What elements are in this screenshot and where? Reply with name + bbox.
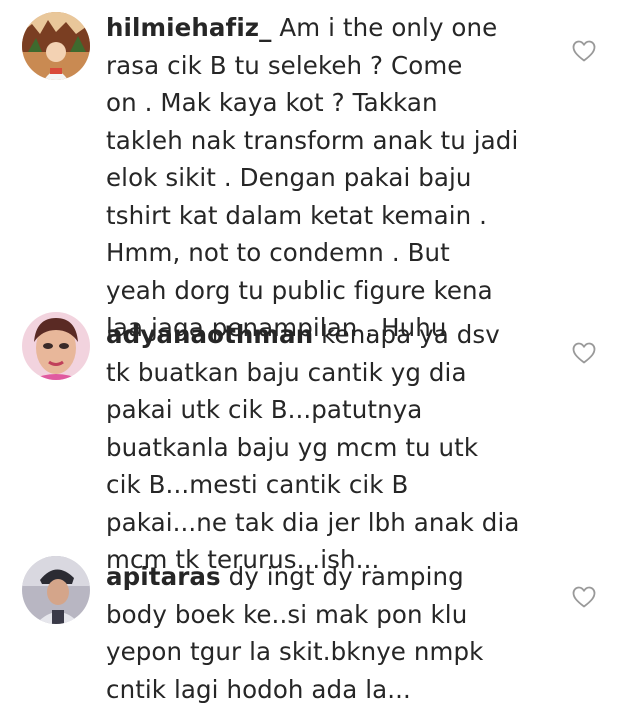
like-heart-icon[interactable] (572, 40, 596, 62)
comment-body: Am i the only one rasa cik B tu selekeh … (106, 13, 519, 342)
like-heart-icon[interactable] (572, 342, 596, 364)
avatar[interactable] (22, 556, 90, 624)
avatar-image (22, 556, 90, 624)
comment-text: adyanaothman kenapa ya dsv tk buatkan ba… (106, 316, 546, 579)
avatar-image (22, 312, 90, 380)
avatar[interactable] (22, 312, 90, 380)
comment-item: hilmiehafiz_ Am i the only one rasa cik … (0, 0, 640, 342)
avatar[interactable] (22, 12, 90, 80)
comment-username[interactable]: apitaras (106, 562, 221, 591)
like-heart-icon[interactable] (572, 586, 596, 608)
comment-text: apitaras dy ingt dy ramping body boek ke… (106, 558, 546, 708)
comment-body: kenapa ya dsv tk buatkan baju cantik yg … (106, 320, 520, 574)
avatar-image (22, 12, 90, 80)
comment-item: apitaras dy ingt dy ramping body boek ke… (0, 550, 640, 704)
comment-item: adyanaothman kenapa ya dsv tk buatkan ba… (0, 310, 640, 574)
comment-text: hilmiehafiz_ Am i the only one rasa cik … (106, 9, 546, 347)
comment-username[interactable]: adyanaothman (106, 320, 313, 349)
comment-username[interactable]: hilmiehafiz_ (106, 13, 272, 42)
